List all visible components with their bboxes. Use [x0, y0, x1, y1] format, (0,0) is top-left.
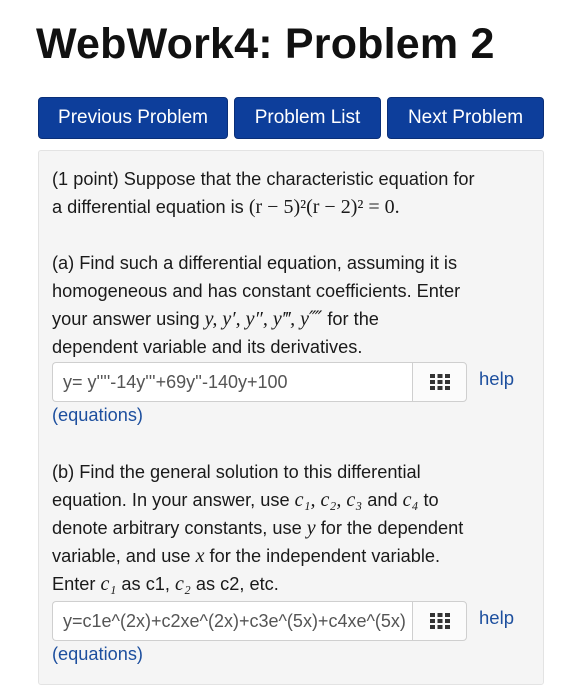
variable-y: y: [306, 517, 316, 539]
part-b-line-2: equation. In your answer, use c₁, c₂, c₃…: [52, 486, 439, 514]
part-a-line-4: dependent variable and its derivatives.: [52, 337, 363, 357]
part-a-answer-input[interactable]: y= y''''-14y'''+69y''-140y+100: [52, 362, 412, 402]
part-b-line4-suffix: for the independent variable.: [204, 546, 441, 566]
constant-c4: c₄: [402, 489, 419, 511]
constants-c1-c3: c₁, c₂, c₃: [294, 489, 363, 511]
part-b-line-4: variable, and use x for the independent …: [52, 542, 440, 570]
equations-link-a[interactable]: (equations): [52, 405, 143, 426]
help-link-a[interactable]: help: [479, 368, 514, 390]
intro-prefix: a differential equation is: [52, 197, 249, 217]
problem-list-button[interactable]: Problem List: [234, 97, 381, 139]
constant-c1: c₁: [100, 573, 117, 595]
part-b-line2-prefix: equation. In your answer, use: [52, 490, 295, 510]
part-b-line-5: Enter c₁ as c1, c₂ as c2, etc.: [52, 570, 279, 598]
part-b-line3-prefix: denote arbitrary constants, use: [52, 518, 307, 538]
part-a-line-1: (a) Find such a differential equation, a…: [52, 253, 458, 273]
part-a-line-3: your answer using y, y′, y″, y‴, y⁗ for …: [52, 305, 379, 333]
part-b-and: and: [362, 490, 403, 510]
problem-panel: (1 point) Suppose that the characteristi…: [38, 150, 544, 685]
part-b-answer-group: y=c1e^(2x)+c2xe^(2x)+c3e^(5x)+c4xe^(5x): [52, 601, 467, 641]
part-b-line5-prefix: Enter: [52, 574, 101, 594]
equation-editor-button-b[interactable]: [412, 601, 467, 641]
derivative-variables: y, y′, y″, y‴, y⁗: [204, 308, 323, 330]
next-problem-button[interactable]: Next Problem: [387, 97, 544, 139]
constant-c2: c₂: [175, 573, 191, 595]
part-b-line4-prefix: variable, and use: [52, 546, 196, 566]
part-a-prefix: your answer using: [52, 309, 205, 329]
keypad-icon: [429, 374, 450, 390]
problem-intro-line-1: (1 point) Suppose that the characteristi…: [52, 169, 475, 189]
characteristic-equation: (r − 5)²(r − 2)² = 0.: [248, 196, 400, 218]
equations-link-b[interactable]: (equations): [52, 644, 143, 665]
part-b-line-1: (b) Find the general solution to this di…: [52, 462, 421, 482]
part-b-answer-input[interactable]: y=c1e^(2x)+c2xe^(2x)+c3e^(5x)+c4xe^(5x): [52, 601, 412, 641]
part-a-answer-group: y= y''''-14y'''+69y''-140y+100: [52, 362, 467, 402]
problem-intro-line-2: a differential equation is (r − 5)²(r − …: [52, 193, 400, 221]
previous-problem-button[interactable]: Previous Problem: [38, 97, 228, 139]
part-a-line-2: homogeneous and has constant coefficient…: [52, 281, 461, 301]
equation-editor-button-a[interactable]: [412, 362, 467, 402]
page-title: WebWork4: Problem 2: [36, 20, 495, 68]
keypad-icon: [429, 613, 450, 629]
part-b-line3-suffix: for the dependent: [315, 518, 464, 538]
part-b-line-3: denote arbitrary constants, use y for th…: [52, 514, 463, 542]
part-a-suffix: for the: [322, 309, 379, 329]
as-c2-text: as c2, etc.: [190, 574, 279, 594]
help-link-b[interactable]: help: [479, 607, 514, 629]
part-b-line2-suffix: to: [418, 490, 439, 510]
problem-nav: Previous Problem Problem List Next Probl…: [38, 97, 544, 139]
as-c1-text: as c1,: [116, 574, 176, 594]
